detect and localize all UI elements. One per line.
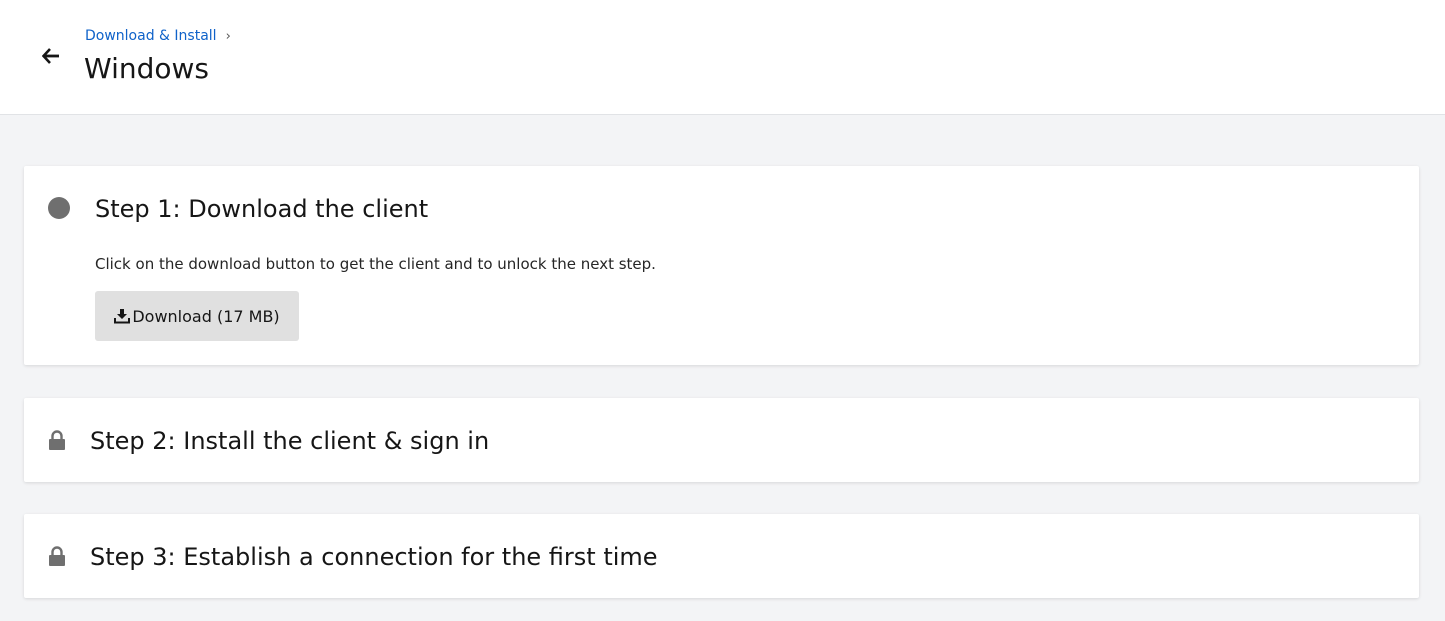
breadcrumb-separator: › <box>225 28 231 44</box>
step-2-title: Step 2: Install the client & sign in <box>90 427 490 455</box>
download-button[interactable]: Download (17 MB) <box>95 291 299 341</box>
lock-icon <box>49 546 65 566</box>
breadcrumb: Download & Install › <box>85 28 231 44</box>
page-header: Download & Install › Windows <box>0 0 1445 115</box>
step-3-title: Step 3: Establish a connection for the f… <box>90 543 658 571</box>
breadcrumb-link-download-install[interactable]: Download & Install <box>85 28 217 44</box>
download-icon <box>114 308 131 324</box>
download-button-label: Download (17 MB) <box>132 306 280 326</box>
step-1-title: Step 1: Download the client <box>95 195 429 223</box>
arrow-left-icon <box>42 48 59 64</box>
status-dot-icon <box>48 197 70 219</box>
step-1-description: Click on the download button to get the … <box>95 255 656 273</box>
page-title: Windows <box>84 52 209 85</box>
step-card-2: Step 2: Install the client & sign in <box>24 398 1419 482</box>
back-button[interactable] <box>40 46 62 66</box>
step-card-3: Step 3: Establish a connection for the f… <box>24 514 1419 598</box>
lock-icon <box>49 430 65 450</box>
step-card-1: Step 1: Download the client Click on the… <box>24 166 1419 365</box>
